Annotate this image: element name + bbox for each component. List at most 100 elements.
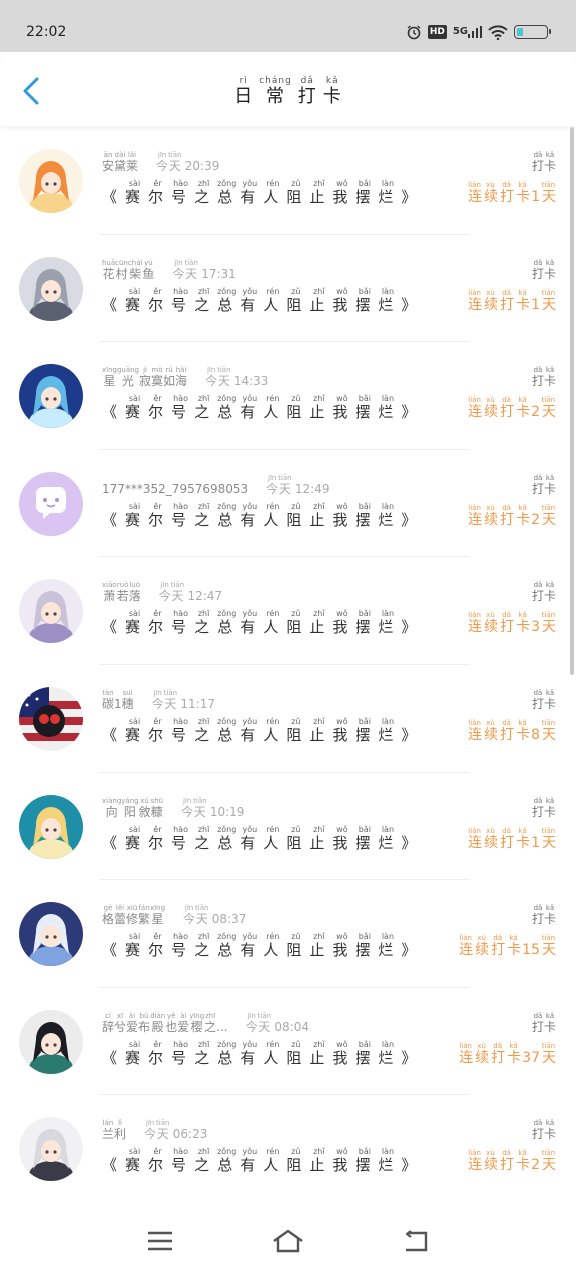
streak-days: 2	[531, 511, 540, 528]
checkin-row[interactable]: 兰lán利lì 今jīn天tiān06:23 打dǎ卡kǎ 《赛sài尔ěr号h…	[0, 1095, 576, 1202]
ruby-char: 卡kǎ	[543, 366, 556, 389]
ruby-char: 萧xiāo	[102, 581, 117, 604]
ruby-char: 止zhǐ	[309, 394, 329, 422]
checkin-row[interactable]: 碳tàn1穗suì 今jīn天tiān11:17 打dǎ卡kǎ 《赛sài尔ěr…	[0, 665, 576, 773]
ruby-char: 连lián	[458, 1041, 474, 1066]
ruby-char: 天tiān	[156, 1119, 170, 1142]
ruby-char: 打dǎ	[499, 826, 515, 851]
checkin-time: 今jīn天tiān11:17	[151, 688, 215, 711]
ruby-char: 穗suì	[121, 688, 134, 711]
ruby-char: 续xù	[483, 503, 499, 528]
ruby-char: 人rén	[263, 1147, 283, 1175]
streak-badge: 连lián续xù打dǎ卡kǎ37 天tiān	[458, 1041, 556, 1066]
checkin-time: 今jīn天tiān06:23	[144, 1119, 208, 1142]
ruby-char: 卡kǎ	[543, 151, 556, 173]
home-button[interactable]	[268, 1226, 308, 1256]
ruby-char: 卡kǎ	[506, 1041, 522, 1066]
ruby-char: 续xù	[483, 288, 499, 313]
checkin-row[interactable]: 向xiàng阳yáng敘xù糠shū 今jīn天tiān10:19 打dǎ卡kǎ…	[0, 773, 576, 881]
checkin-time: 今jīn天tiān12:47	[158, 581, 223, 604]
ruby-char: 今jīn	[245, 1011, 258, 1034]
ruby-char: 赛sài	[125, 1039, 145, 1067]
ruby-char: 天tiān	[195, 904, 209, 927]
ruby-char: 人rén	[263, 824, 283, 852]
back-icon	[405, 1230, 428, 1252]
page-title: 日rì常cháng打dǎ卡kǎ	[0, 76, 576, 108]
streak-badge: 连lián续xù打dǎ卡kǎ8 天tiān	[467, 718, 556, 743]
signal-icon: 5G	[453, 26, 482, 38]
ruby-char: 号hào	[171, 394, 191, 422]
checkin-row[interactable]: 萧xiāo若ruò落luò 今jīn天tiān12:47 打dǎ卡kǎ 《赛sà…	[0, 557, 576, 665]
ruby-char: 打dǎ	[499, 396, 515, 421]
streak-days: 2	[531, 1157, 540, 1174]
ruby-char: 卡kǎ	[543, 258, 556, 281]
checkin-row[interactable]: 177***352_7957698053 今jīn天tiān12:49 打dǎ卡…	[0, 450, 576, 558]
ruby-char: 烂làn	[378, 179, 398, 206]
ruby-char: 卡kǎ	[515, 1149, 531, 1174]
ruby-char: 止zhǐ	[309, 179, 329, 206]
avatar[interactable]	[19, 902, 83, 967]
ruby-char: 我wǒ	[332, 824, 352, 852]
name-line: 兰lán利lì 今jīn天tiān06:23	[102, 1119, 207, 1142]
ruby-char: 打dǎ	[531, 1119, 544, 1142]
ruby-char: 摆bǎi	[355, 394, 375, 422]
ruby-char: 安ān	[102, 151, 115, 173]
ruby-char: 卡kǎ	[515, 181, 531, 205]
ruby-char: 有yǒu	[240, 824, 260, 852]
ruby-char: 阻zǔ	[286, 394, 306, 422]
ruby-char: 》	[401, 1156, 417, 1175]
back-nav-button[interactable]	[396, 1226, 436, 1256]
ruby-char: 有yǒu	[240, 1039, 260, 1067]
ruby-char: 蕾lěi	[114, 904, 127, 927]
avatar[interactable]	[19, 579, 83, 644]
avatar[interactable]	[19, 794, 83, 859]
avatar[interactable]	[19, 149, 83, 213]
ruby-char: 打dǎ	[499, 1149, 515, 1174]
ruby-char: 赛sài	[125, 716, 145, 744]
ruby-char: 今jīn	[205, 366, 218, 389]
user-name: 兰lán利lì	[102, 1119, 126, 1142]
ruby-char: 阻zǔ	[286, 501, 306, 529]
ruby-char: 兰lán	[102, 1119, 115, 1142]
checkin-label: 打dǎ卡kǎ	[532, 904, 556, 927]
ruby-char: 总zǒng	[217, 1039, 237, 1067]
ruby-char: 摆bǎi	[355, 1147, 375, 1175]
ruby-char: 阻zǔ	[286, 179, 306, 206]
ruby-char: 莱lái	[126, 151, 139, 173]
checkin-row[interactable]: 星xīng光guāng寂jì寞mò如rú海hǎi 今jīn天tiān14:33 …	[0, 342, 576, 450]
ruby-char: 卡kǎ	[543, 904, 556, 927]
ruby-char: 《	[102, 725, 118, 744]
menu-button[interactable]	[140, 1226, 180, 1256]
streak-badge: 连lián续xù打dǎ卡kǎ2 天tiān	[467, 1149, 556, 1174]
checkin-row[interactable]: 安ān黛dài莱lái 今jīn天tiān20:39 打dǎ卡kǎ 《赛sài尔…	[0, 127, 576, 235]
ruby-char: 摆bǎi	[355, 1039, 375, 1067]
ruby-char: 总zǒng	[217, 824, 237, 852]
ruby-char: 《	[102, 510, 118, 529]
checkin-row[interactable]: 花huā村cūn柴chái鱼yú 今jīn天tiān17:31 打dǎ卡kǎ 《…	[0, 235, 576, 343]
ruby-char: 烂làn	[378, 286, 398, 314]
scrollbar[interactable]	[570, 127, 574, 675]
ruby-char: 之zhī	[204, 1011, 217, 1034]
ruby-char: 卡kǎ	[506, 934, 522, 959]
ruby-char: 有yǒu	[240, 932, 260, 960]
book-title: 《赛sài尔ěr号hào之zhī总zǒng有yǒu人rén阻zǔ止zhǐ我wǒ摆…	[102, 1040, 424, 1068]
ruby-char: 连lián	[467, 826, 483, 851]
ruby-char: 布bù	[138, 1011, 151, 1034]
ruby-char: 总zǒng	[217, 609, 237, 637]
ruby-char: 摆bǎi	[355, 286, 375, 314]
ruby-char: 天tiān	[168, 151, 182, 173]
avatar[interactable]	[19, 471, 83, 536]
avatar[interactable]	[19, 1117, 83, 1182]
ruby-char: 我wǒ	[332, 394, 352, 422]
avatar[interactable]	[19, 686, 83, 751]
avatar[interactable]	[19, 256, 83, 321]
ruby-char: 烂làn	[378, 824, 398, 852]
checkin-row[interactable]: 辞cí兮xī爱ài布bù殿diàn也yě爱ài樱yīng之zhī... 今jīn…	[0, 988, 576, 1096]
avatar[interactable]	[19, 364, 83, 429]
avatar[interactable]	[19, 1009, 83, 1074]
checkin-row[interactable]: 格gé蕾lěi修xiū繁fán星xīng 今jīn天tiān08:37 打dǎ卡…	[0, 880, 576, 988]
checkin-label: 打dǎ卡kǎ	[532, 689, 556, 712]
ruby-char: 我wǒ	[332, 716, 352, 744]
checkin-list[interactable]: 安ān黛dài莱lái 今jīn天tiān20:39 打dǎ卡kǎ 《赛sài尔…	[0, 127, 576, 1202]
name-line: 安ān黛dài莱lái 今jīn天tiān20:39	[102, 151, 219, 174]
